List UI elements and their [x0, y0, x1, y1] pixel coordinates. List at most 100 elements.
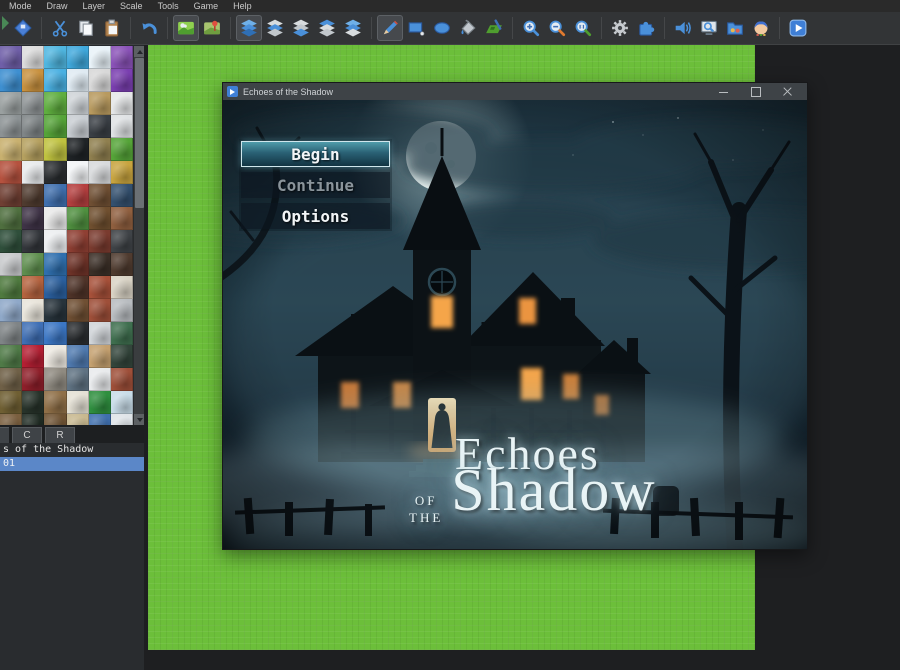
tile-9-2[interactable]	[44, 253, 67, 276]
tile-3-3[interactable]	[66, 115, 89, 138]
tile-1-2[interactable]	[44, 69, 67, 92]
tile-10-4[interactable]	[88, 276, 111, 299]
scroll-down-icon[interactable]	[134, 414, 144, 425]
tile-4-0[interactable]	[0, 138, 23, 161]
maximize-icon[interactable]	[751, 86, 761, 97]
resource-manager-icon[interactable]	[722, 15, 748, 41]
tile-8-1[interactable]	[22, 230, 45, 253]
tile-1-4[interactable]	[88, 69, 111, 92]
tile-9-5[interactable]	[110, 253, 134, 276]
tile-6-4[interactable]	[88, 184, 111, 207]
minimize-icon[interactable]	[719, 87, 729, 97]
layer-3-icon[interactable]	[314, 15, 340, 41]
tile-16-3[interactable]	[66, 414, 89, 425]
tile-9-4[interactable]	[88, 253, 111, 276]
tile-4-1[interactable]	[22, 138, 45, 161]
layer-auto-icon[interactable]	[236, 15, 262, 41]
tile-7-1[interactable]	[22, 207, 45, 230]
tile-8-0[interactable]	[0, 230, 23, 253]
tile-7-3[interactable]	[66, 207, 89, 230]
tile-9-3[interactable]	[66, 253, 89, 276]
menubar-item-help[interactable]: Help	[233, 0, 252, 12]
tile-13-5[interactable]	[110, 345, 134, 368]
tile-3-2[interactable]	[44, 115, 67, 138]
tile-5-2[interactable]	[44, 161, 67, 184]
tile-6-0[interactable]	[0, 184, 23, 207]
tile-4-3[interactable]	[66, 138, 89, 161]
tile-14-3[interactable]	[66, 368, 89, 391]
tile-15-0[interactable]	[0, 391, 23, 414]
tile-12-0[interactable]	[0, 322, 23, 345]
menubar-item-draw[interactable]: Draw	[47, 0, 68, 12]
tile-5-5[interactable]	[110, 161, 134, 184]
sound-test-icon[interactable]	[670, 15, 696, 41]
tile-12-3[interactable]	[66, 322, 89, 345]
zoom-actual-size-icon[interactable]	[570, 15, 596, 41]
layer-2-icon[interactable]	[288, 15, 314, 41]
tile-7-4[interactable]	[88, 207, 111, 230]
tile-7-5[interactable]	[110, 207, 134, 230]
menubar-item-mode[interactable]: Mode	[9, 0, 32, 12]
tile-15-4[interactable]	[88, 391, 111, 414]
tile-0-2[interactable]	[44, 46, 67, 69]
event-edit-mode-icon[interactable]	[199, 15, 225, 41]
tile-5-3[interactable]	[66, 161, 89, 184]
layer-1-icon[interactable]	[262, 15, 288, 41]
tile-14-4[interactable]	[88, 368, 111, 391]
fill-tool-icon[interactable]	[455, 15, 481, 41]
tile-12-1[interactable]	[22, 322, 45, 345]
tile-1-0[interactable]	[0, 69, 23, 92]
tile-11-0[interactable]	[0, 299, 23, 322]
tile-13-1[interactable]	[22, 345, 45, 368]
tile-11-5[interactable]	[110, 299, 134, 322]
tile-1-3[interactable]	[66, 69, 89, 92]
tileset-grid[interactable]	[0, 46, 134, 425]
tile-11-1[interactable]	[22, 299, 45, 322]
tile-8-2[interactable]	[44, 230, 67, 253]
tile-15-3[interactable]	[66, 391, 89, 414]
tile-14-1[interactable]	[22, 368, 45, 391]
tileset-scrollbar[interactable]	[133, 46, 144, 425]
tile-14-5[interactable]	[110, 368, 134, 391]
tile-8-3[interactable]	[66, 230, 89, 253]
character-generator-icon[interactable]	[748, 15, 774, 41]
tile-6-1[interactable]	[22, 184, 45, 207]
game-window-titlebar[interactable]: Echoes of the Shadow	[223, 83, 807, 100]
menubar-item-scale[interactable]: Scale	[120, 0, 143, 12]
tile-13-4[interactable]	[88, 345, 111, 368]
tile-16-4[interactable]	[88, 414, 111, 425]
menubar-item-layer[interactable]: Layer	[83, 0, 106, 12]
tile-10-5[interactable]	[110, 276, 134, 299]
tile-5-0[interactable]	[0, 161, 23, 184]
tile-16-1[interactable]	[22, 414, 45, 425]
tile-3-5[interactable]	[110, 115, 134, 138]
tile-9-1[interactable]	[22, 253, 45, 276]
tile-0-4[interactable]	[88, 46, 111, 69]
database-icon[interactable]	[607, 15, 633, 41]
cut-icon[interactable]	[47, 15, 73, 41]
tile-8-4[interactable]	[88, 230, 111, 253]
tab-clipped[interactable]	[0, 427, 9, 443]
tile-13-0[interactable]	[0, 345, 23, 368]
ellipse-tool-icon[interactable]	[429, 15, 455, 41]
tile-2-1[interactable]	[22, 92, 45, 115]
undo-icon[interactable]	[136, 15, 162, 41]
tile-2-0[interactable]	[0, 92, 23, 115]
shadow-pen-tool-icon[interactable]	[481, 15, 507, 41]
tile-5-4[interactable]	[88, 161, 111, 184]
tile-0-1[interactable]	[22, 46, 45, 69]
title-command-continue[interactable]: Continue	[241, 172, 390, 198]
tile-14-2[interactable]	[44, 368, 67, 391]
tile-13-3[interactable]	[66, 345, 89, 368]
tile-15-5[interactable]	[110, 391, 134, 414]
tile-4-5[interactable]	[110, 138, 134, 161]
tile-10-0[interactable]	[0, 276, 23, 299]
tile-15-2[interactable]	[44, 391, 67, 414]
tileset-tab-c[interactable]: C	[12, 427, 42, 443]
scroll-up-icon[interactable]	[134, 46, 144, 57]
tile-1-1[interactable]	[22, 69, 45, 92]
paste-icon[interactable]	[99, 15, 125, 41]
tile-6-3[interactable]	[66, 184, 89, 207]
title-command-options[interactable]: Options	[241, 203, 390, 229]
tile-12-5[interactable]	[110, 322, 134, 345]
